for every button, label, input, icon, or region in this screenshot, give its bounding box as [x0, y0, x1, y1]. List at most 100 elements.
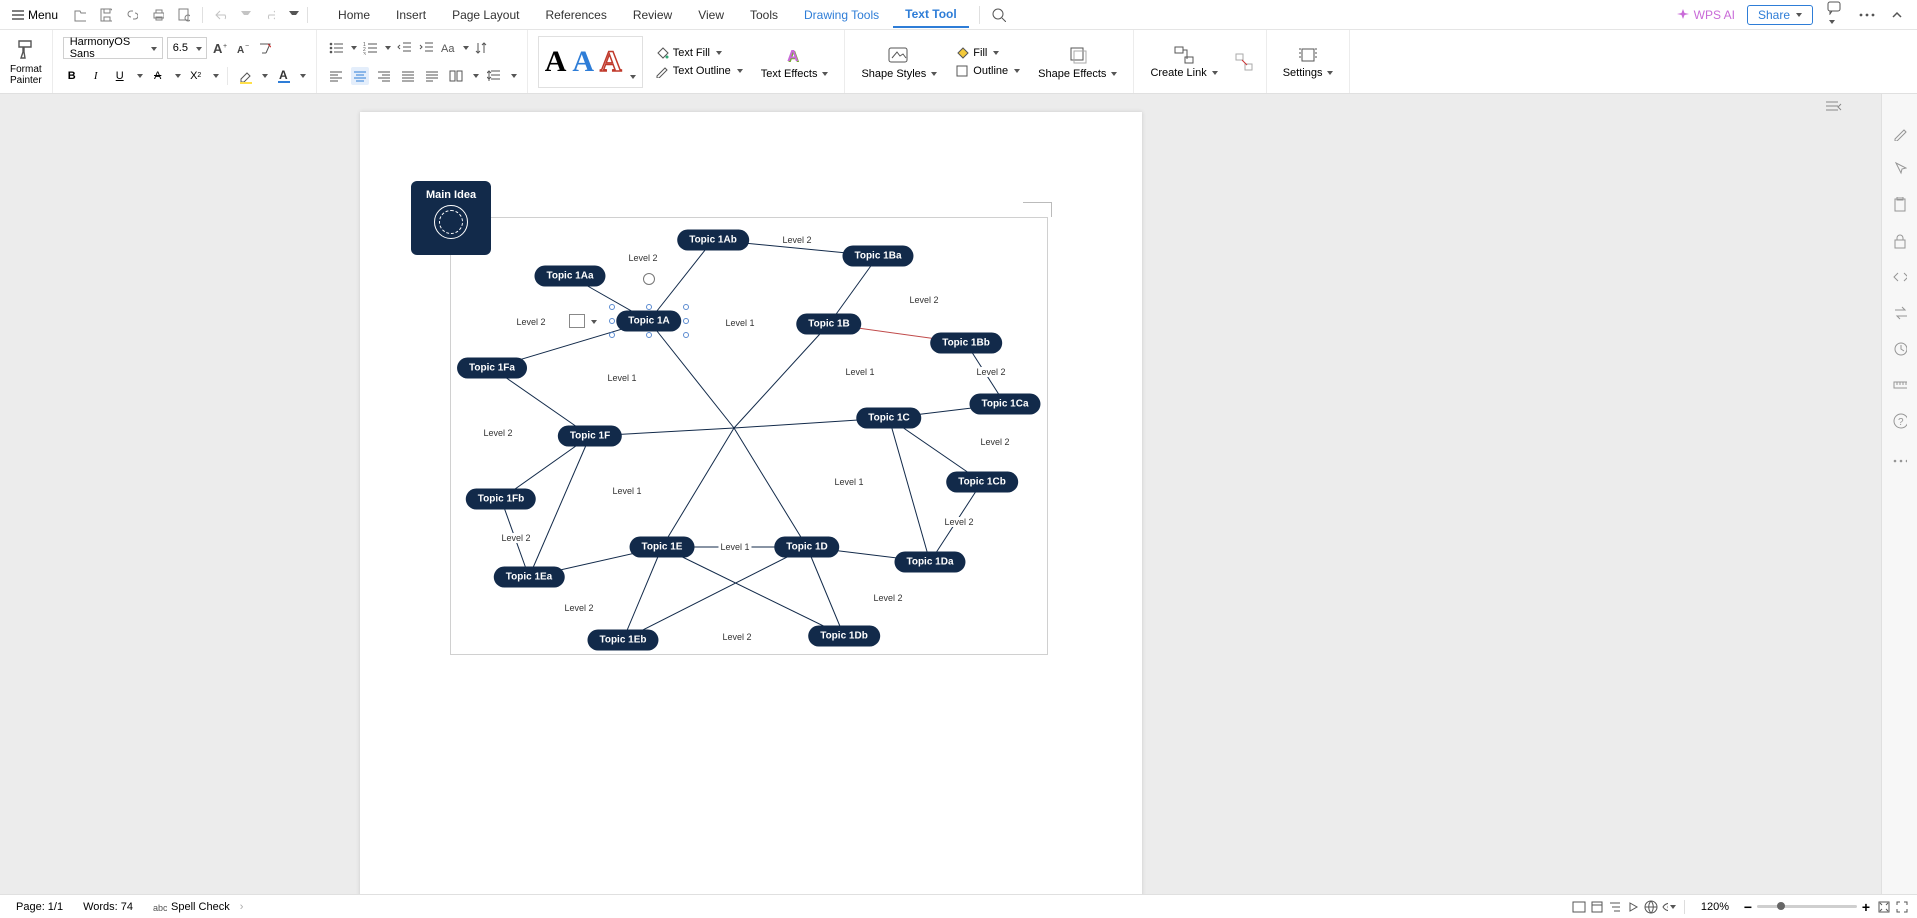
main-idea-node[interactable]: Main Idea: [411, 181, 491, 255]
tab-view[interactable]: View: [686, 3, 736, 27]
break-link-button[interactable]: [1232, 50, 1256, 74]
tab-references[interactable]: References: [533, 3, 618, 27]
print-layout-icon[interactable]: [1588, 898, 1606, 916]
clear-formatting-icon[interactable]: [255, 39, 273, 57]
tab-home[interactable]: Home: [326, 3, 382, 27]
node-1a[interactable]: Topic 1A: [616, 311, 681, 332]
tab-review[interactable]: Review: [621, 3, 684, 27]
align-right-button[interactable]: [375, 67, 393, 85]
qat-customize-dropdown[interactable]: [289, 11, 299, 19]
undo-history-dropdown[interactable]: [241, 11, 251, 19]
settings-button[interactable]: Settings: [1277, 43, 1340, 81]
tab-tools[interactable]: Tools: [738, 3, 790, 27]
collapse-side-panel-icon[interactable]: [1825, 100, 1843, 114]
collapse-ribbon-icon[interactable]: [1889, 8, 1905, 22]
text-fill-button[interactable]: Text Fill: [653, 45, 745, 61]
node-1ba[interactable]: Topic 1Ba: [842, 246, 913, 267]
wordart-gallery[interactable]: A A A: [538, 36, 643, 88]
node-1aa[interactable]: Topic 1Aa: [534, 266, 605, 287]
highlight-color-button[interactable]: [236, 67, 254, 85]
search-icon[interactable]: [990, 6, 1008, 24]
distribute-button[interactable]: [423, 67, 441, 85]
create-link-button[interactable]: Create Link: [1144, 43, 1223, 81]
more-tools-icon[interactable]: [1891, 452, 1909, 470]
print-preview-icon[interactable]: [176, 7, 192, 23]
wordart-style-1[interactable]: A: [545, 45, 567, 79]
status-words[interactable]: Words: 74: [73, 901, 143, 913]
share-link-icon[interactable]: [124, 7, 140, 23]
lock-icon[interactable]: [1891, 232, 1909, 250]
node-1fa[interactable]: Topic 1Fa: [457, 358, 527, 379]
shape-outline-button[interactable]: Outline: [953, 63, 1022, 79]
align-left-button[interactable]: [327, 67, 345, 85]
more-menu-icon[interactable]: [1857, 11, 1877, 19]
history-icon[interactable]: [1891, 340, 1909, 358]
zoom-in-button[interactable]: +: [1857, 898, 1875, 916]
web-layout-icon[interactable]: [1642, 898, 1660, 916]
node-1eb[interactable]: Topic 1Eb: [587, 630, 658, 651]
tab-text-tool[interactable]: Text Tool: [893, 2, 969, 28]
columns-button[interactable]: [447, 67, 465, 85]
fullscreen-icon[interactable]: [1893, 898, 1911, 916]
app-menu-button[interactable]: Menu: [6, 5, 64, 25]
node-1fb[interactable]: Topic 1Fb: [466, 489, 536, 510]
change-case-button[interactable]: Aa: [439, 39, 457, 57]
font-size-select[interactable]: 6.5: [167, 37, 207, 59]
sort-button[interactable]: [473, 39, 491, 57]
layout-options-dropdown[interactable]: [591, 320, 597, 324]
transfer-icon[interactable]: [1891, 304, 1909, 322]
comments-icon[interactable]: [1825, 0, 1845, 31]
shape-styles-button[interactable]: Shape Styles: [855, 42, 943, 82]
node-1d[interactable]: Topic 1D: [774, 537, 839, 558]
line-spacing-button[interactable]: [485, 67, 503, 85]
ruler-icon[interactable]: [1891, 376, 1909, 394]
justify-button[interactable]: [399, 67, 417, 85]
mindmap-canvas[interactable]: Main Idea Topic 1A Topic 1B Topic 1C Top…: [450, 217, 1048, 655]
node-1cb[interactable]: Topic 1Cb: [946, 472, 1018, 493]
tab-drawing-tools[interactable]: Drawing Tools: [792, 3, 891, 27]
node-1b[interactable]: Topic 1B: [796, 314, 861, 335]
fit-page-icon[interactable]: [1875, 898, 1893, 916]
underline-button[interactable]: U: [111, 67, 129, 85]
save-icon[interactable]: [98, 7, 114, 23]
tab-page-layout[interactable]: Page Layout: [440, 3, 531, 27]
node-1f[interactable]: Topic 1F: [558, 426, 622, 447]
document-area[interactable]: Main Idea Topic 1A Topic 1B Topic 1C Top…: [0, 94, 1881, 894]
decrease-indent-button[interactable]: [395, 39, 413, 57]
cursor-icon[interactable]: [1891, 160, 1909, 178]
text-outline-button[interactable]: Text Outline: [653, 63, 745, 79]
wordart-style-2[interactable]: A: [572, 45, 594, 79]
wordart-more-icon[interactable]: [630, 75, 636, 79]
reading-mode-icon[interactable]: [1624, 898, 1642, 916]
italic-button[interactable]: I: [87, 67, 105, 85]
node-1bb[interactable]: Topic 1Bb: [930, 333, 1002, 354]
strikethrough-button[interactable]: A: [149, 67, 167, 85]
zoom-level[interactable]: 120%: [1691, 901, 1739, 913]
share-button[interactable]: Share: [1747, 5, 1813, 25]
increase-font-icon[interactable]: A+: [211, 39, 229, 57]
layout-options-icon[interactable]: [569, 314, 585, 328]
redo-icon[interactable]: [261, 7, 277, 23]
status-page[interactable]: Page: 1/1: [6, 901, 73, 913]
text-effects-button[interactable]: A Text Effects: [755, 42, 835, 82]
superscript-button[interactable]: X2: [187, 67, 205, 85]
zoom-slider[interactable]: [1757, 905, 1857, 908]
shape-fill-button[interactable]: Fill: [953, 45, 1022, 61]
clipboard-icon[interactable]: [1891, 196, 1909, 214]
wordart-style-3[interactable]: A: [600, 45, 622, 79]
node-1e[interactable]: Topic 1E: [630, 537, 695, 558]
node-1c[interactable]: Topic 1C: [856, 408, 921, 429]
bold-button[interactable]: B: [63, 67, 81, 85]
undo-icon[interactable]: [213, 7, 229, 23]
zoom-out-button[interactable]: −: [1739, 898, 1757, 916]
shape-effects-button[interactable]: Shape Effects: [1032, 42, 1123, 82]
tab-insert[interactable]: Insert: [384, 3, 438, 27]
node-1ca[interactable]: Topic 1Ca: [969, 394, 1040, 415]
format-painter-button[interactable]: Format Painter: [0, 30, 53, 93]
reading-layout-icon[interactable]: [1570, 898, 1588, 916]
code-icon[interactable]: [1891, 268, 1909, 286]
node-1da[interactable]: Topic 1Da: [894, 552, 965, 573]
node-1ea[interactable]: Topic 1Ea: [494, 567, 565, 588]
eye-protect-icon[interactable]: [1660, 898, 1678, 916]
outline-layout-icon[interactable]: [1606, 898, 1624, 916]
